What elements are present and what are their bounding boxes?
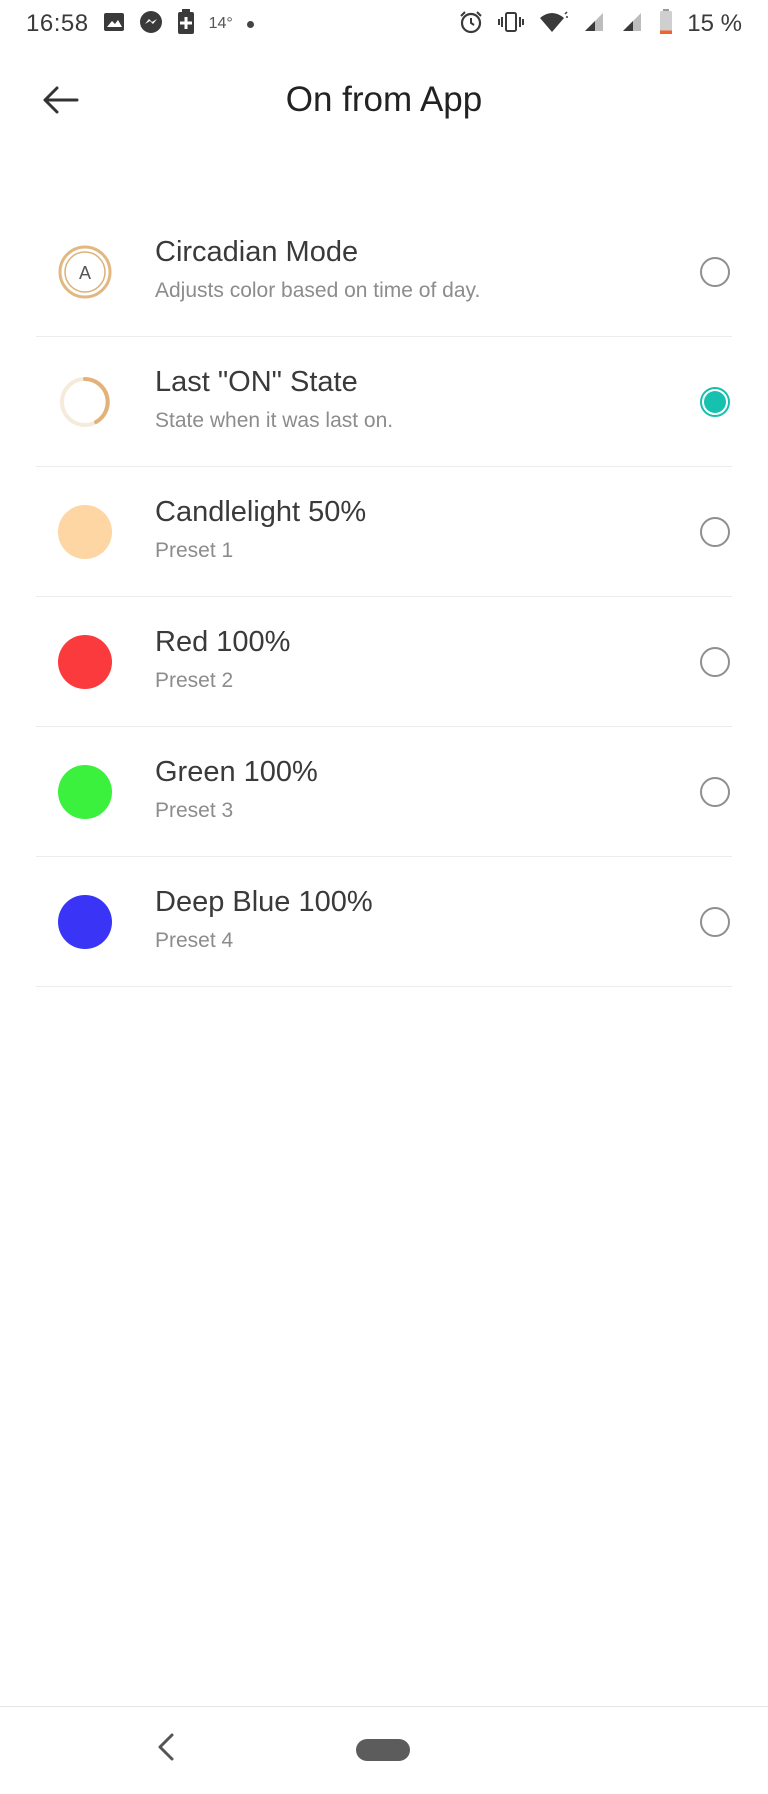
- status-bar-left: 16:58 14°: [26, 8, 254, 40]
- option-subtitle: State when it was last on.: [155, 409, 394, 432]
- option-preset-4[interactable]: Deep Blue 100% Preset 4: [36, 857, 732, 987]
- app-bar: On from App: [0, 48, 768, 160]
- option-radio[interactable]: [700, 777, 730, 807]
- alarm-icon: [459, 10, 483, 39]
- system-nav-bar: [0, 1706, 768, 1794]
- color-swatch-icon: [58, 765, 112, 819]
- option-radio[interactable]: [700, 387, 730, 417]
- home-pill-icon[interactable]: [356, 1739, 410, 1761]
- color-swatch-icon: [58, 895, 112, 949]
- color-swatch-icon: [58, 505, 112, 559]
- option-preset-2[interactable]: Red 100% Preset 2: [36, 597, 732, 727]
- status-time: 16:58: [26, 10, 89, 37]
- option-subtitle: Adjusts color based on time of day.: [155, 279, 481, 302]
- option-radio[interactable]: [700, 517, 730, 547]
- option-preset-3[interactable]: Green 100% Preset 3: [36, 727, 732, 857]
- option-radio[interactable]: [700, 257, 730, 287]
- page-title: On from App: [285, 80, 483, 119]
- notification-dot-icon: [246, 20, 254, 28]
- color-swatch: [58, 765, 112, 819]
- messenger-icon: [139, 10, 163, 39]
- option-text: Green 100% Preset 3: [155, 755, 318, 824]
- option-text: Last "ON" State State when it was last o…: [155, 365, 393, 434]
- option-preset-1[interactable]: Candlelight 50% Preset 1: [36, 467, 732, 597]
- option-subtitle: Preset 1: [155, 539, 234, 562]
- option-last-on-state[interactable]: Last "ON" State State when it was last o…: [36, 337, 732, 467]
- option-radio[interactable]: [700, 907, 730, 937]
- svg-text:A: A: [79, 263, 91, 283]
- option-title: Red 100%: [155, 626, 291, 658]
- option-title: Candlelight 50%: [155, 496, 367, 528]
- vibrate-icon: [497, 11, 525, 38]
- last-state-ring-icon: [58, 375, 112, 429]
- status-bar: 16:58 14° 15 %: [0, 0, 768, 48]
- option-radio[interactable]: [700, 647, 730, 677]
- color-swatch-icon: [58, 635, 112, 689]
- circadian-a-icon: A: [58, 245, 112, 299]
- radio-fill: [704, 391, 726, 413]
- option-title: Circadian Mode: [155, 236, 359, 268]
- status-temperature: 14°: [208, 15, 233, 32]
- battery-saver-icon: [177, 8, 195, 40]
- chevron-left-icon: [156, 1732, 176, 1767]
- option-subtitle: Preset 3: [155, 799, 234, 822]
- option-title: Deep Blue 100%: [155, 886, 373, 918]
- option-subtitle: Preset 2: [155, 669, 234, 692]
- color-swatch: [58, 505, 112, 559]
- battery-percentage: 15 %: [687, 10, 742, 37]
- option-subtitle: Preset 4: [155, 929, 234, 952]
- option-text: Red 100% Preset 2: [155, 625, 290, 694]
- color-swatch: [58, 895, 112, 949]
- gallery-icon: [103, 12, 125, 37]
- signal-icon: [621, 11, 645, 38]
- option-circadian-mode[interactable]: A Circadian Mode Adjusts color based on …: [36, 207, 732, 337]
- status-bar-right: 15 %: [459, 8, 742, 40]
- color-swatch: [58, 635, 112, 689]
- option-text: Candlelight 50% Preset 1: [155, 495, 366, 564]
- option-text: Circadian Mode Adjusts color based on ti…: [155, 235, 480, 304]
- option-title: Green 100%: [155, 756, 318, 788]
- signal-icon: [583, 11, 607, 38]
- option-title: Last "ON" State: [155, 366, 358, 398]
- battery-low-icon: [659, 8, 673, 40]
- option-text: Deep Blue 100% Preset 4: [155, 885, 373, 954]
- nav-back-button[interactable]: [150, 1729, 182, 1769]
- option-list: A Circadian Mode Adjusts color based on …: [36, 207, 732, 987]
- wifi-icon: [539, 10, 569, 38]
